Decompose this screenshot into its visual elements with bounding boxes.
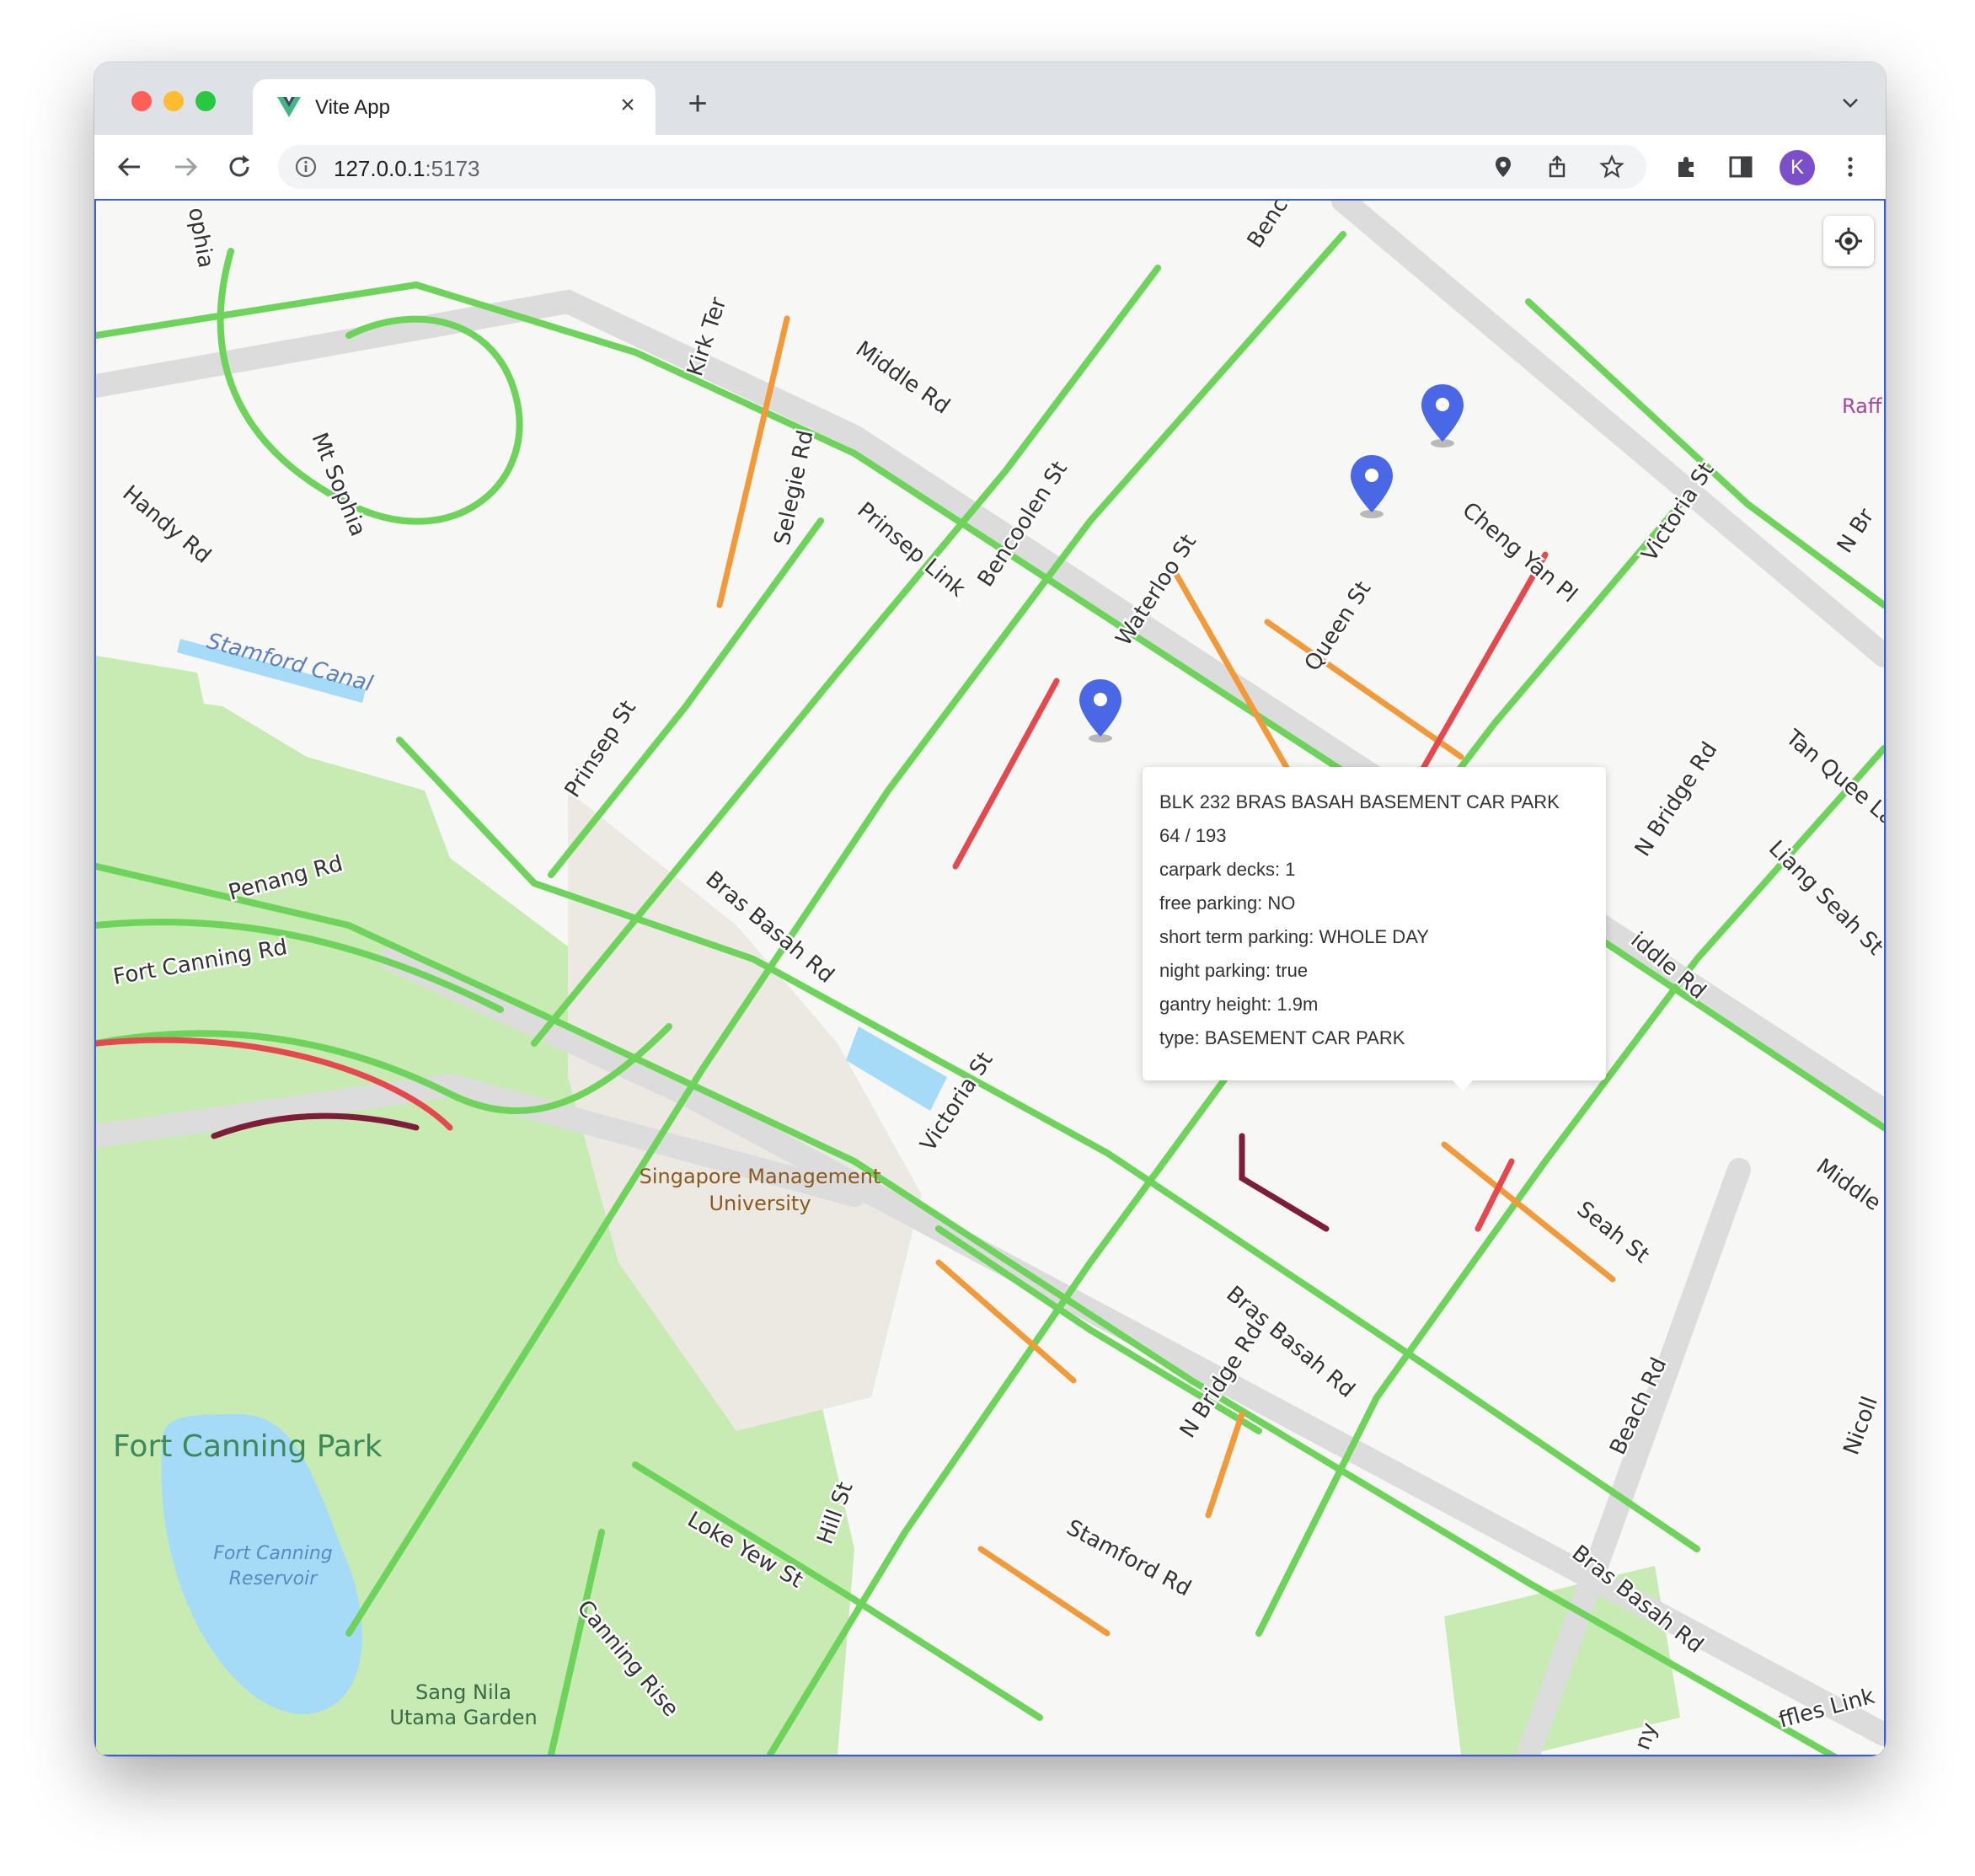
map-pin-icon[interactable] [1077,678,1124,745]
url-port: :5173 [425,156,480,181]
street-label: ophia [183,206,218,270]
carpark-name: BLK 232 BRAS BASAH BASEMENT CAR PARK [1159,791,1560,812]
vue-logo-icon [277,97,301,117]
poi-label-reservoir: Fort Canning [213,1543,333,1564]
carpark-popup: BLK 232 BRAS BASAH BASEMENT CAR PARK 64 … [1143,767,1606,1080]
street-label: Cheng Yan Pl [1458,497,1582,608]
street-label: Middle [1812,1154,1884,1216]
street-label: N Br [1833,504,1880,558]
bookmark-star-icon[interactable] [1599,154,1624,180]
close-window-button[interactable] [131,91,152,111]
street-label: Raff [1842,394,1882,418]
browser-toolbar: 127.0.0.1:5173 K [94,135,1886,200]
carpark-availability: 64 / 193 [1159,825,1227,846]
new-tab-button[interactable]: + [681,87,715,121]
back-arrow-icon[interactable] [115,152,145,182]
street-label: Benco [1243,201,1301,253]
info-icon[interactable] [295,156,317,178]
extensions-puzzle-icon[interactable] [1672,152,1702,182]
carpark-type: type: BASEMENT CAR PARK [1159,1027,1405,1048]
share-icon[interactable] [1545,155,1569,179]
poi-label-sang-nila: Utama Garden [389,1706,537,1729]
street-label: Nicoll [1839,1393,1883,1458]
browser-tab[interactable]: Vite App × [253,79,656,135]
map-container[interactable]: Middle Rd Bencoolen St Benco Selegie Rd … [94,199,1886,1756]
park-area-west [96,656,222,807]
street-label: Middle Rd [851,336,955,419]
street-label: Prinsep St [560,696,641,802]
location-pin-icon[interactable] [1491,155,1515,179]
browser-window: Vite App × + 127.0.0.1:5173 K Middle Rd … [94,62,1886,1756]
map-pin-icon[interactable] [1419,383,1466,450]
poi-label-smu: University [709,1192,811,1215]
street-label: Handy Rd [118,480,216,568]
crosshair-icon [1835,228,1862,255]
poi-label-smu: Singapore Management [640,1165,881,1188]
street-label: N Bridge Rd [1630,737,1723,861]
poi-label-reservoir: Reservoir [229,1568,318,1589]
chevron-down-icon[interactable] [1840,93,1860,113]
night-parking: night parking: true [1159,960,1309,981]
popup-tip [1451,1079,1475,1091]
street-label: Liang Seah St [1764,836,1884,961]
profile-avatar[interactable]: K [1780,150,1815,185]
side-panel-icon[interactable] [1726,152,1756,182]
carpark-decks: carpark decks: 1 [1159,859,1296,880]
minimize-window-button[interactable] [163,91,184,111]
forward-arrow-icon[interactable] [170,152,201,182]
url-text: 127.0.0.1:5173 [334,156,480,182]
street-label: Stamford Rd [1062,1515,1196,1602]
map-pin-icon[interactable] [1348,453,1395,521]
street-label: Tan Quee Lan [1780,725,1884,840]
poi-label-sang-nila: Sang Nila [415,1680,511,1704]
free-parking: free parking: NO [1159,892,1296,914]
poi-label-fort-canning-park: Fort Canning Park [113,1429,383,1464]
short-term-parking: short term parking: WHOLE DAY [1159,926,1429,947]
title-bar: Vite App × + [94,62,1886,135]
map-canvas[interactable]: Middle Rd Bencoolen St Benco Selegie Rd … [96,201,1884,1755]
url-host: 127.0.0.1 [334,156,426,181]
zoom-window-button[interactable] [195,91,216,111]
street-label: Queen St [1300,577,1377,676]
gantry-height: gantry height: 1.9m [1159,994,1319,1015]
address-bar[interactable]: 127.0.0.1:5173 [278,145,1646,189]
more-menu-icon[interactable] [1835,152,1865,182]
geolocate-button[interactable] [1823,216,1874,266]
tab-title: Vite App [315,96,390,119]
tab-close-button[interactable]: × [613,91,642,120]
reload-icon[interactable] [224,152,254,182]
